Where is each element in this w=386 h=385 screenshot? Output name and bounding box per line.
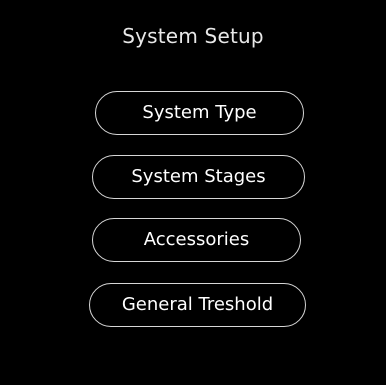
accessories-button-label: Accessories — [143, 229, 250, 250]
general-threshold-button-label: General Treshold — [121, 294, 274, 315]
system-stages-button-label: System Stages — [131, 166, 266, 187]
system-stages-button[interactable]: System Stages — [92, 155, 305, 199]
general-threshold-button[interactable]: General Treshold — [89, 283, 306, 327]
accessories-button[interactable]: Accessories — [92, 218, 301, 262]
system-setup-screen: System Setup System Type System Stages A… — [0, 0, 386, 385]
system-type-button-label: System Type — [142, 102, 257, 123]
page-title: System Setup — [122, 24, 264, 48]
system-type-button[interactable]: System Type — [95, 91, 304, 135]
